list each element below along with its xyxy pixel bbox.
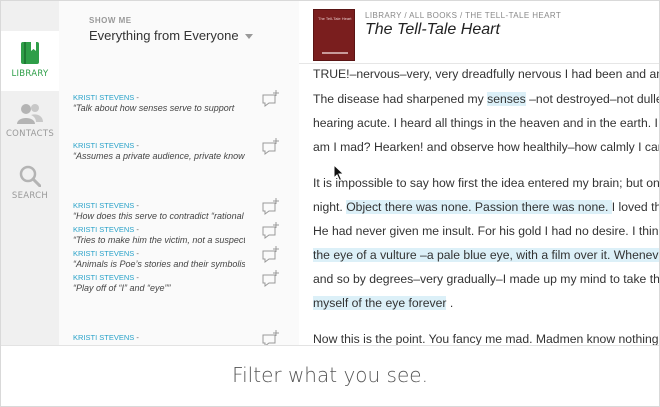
text-line: night. Object there was none. Passion th…	[313, 200, 659, 214]
mouse-cursor-icon	[333, 164, 345, 182]
annotation-author[interactable]: KRISTI STEVENS	[73, 141, 134, 150]
book-title: The Tell-Tale Heart	[365, 21, 500, 38]
annotation-item[interactable]: KRISTI STEVENS - “Assumes a private audi…	[73, 138, 299, 163]
text-segment: hearing acute. I heard all things in the…	[313, 116, 659, 130]
highlighted-passage[interactable]: myself of the eye forever	[313, 296, 447, 310]
comment-icon[interactable]	[261, 89, 281, 107]
text-line: hearing acute. I heard all things in the…	[313, 116, 659, 130]
annotation-item[interactable]: KRISTI STEVENS - “How does this serve to…	[73, 198, 299, 223]
highlighted-passage[interactable]: senses	[487, 92, 526, 106]
annotation-item[interactable]: KRISTI STEVENS - “Animals is Poe’s stori…	[73, 246, 299, 271]
text-line: the eye of a vulture –a pale blue eye, w…	[313, 248, 659, 262]
search-icon	[19, 165, 41, 187]
text-line: He had never given me insult. For his go…	[313, 224, 659, 238]
text-segment: Now this is the point. You fancy me mad.…	[313, 332, 659, 345]
annotations-panel: SHOW ME Everything from Everyone KRISTI …	[59, 1, 299, 345]
cover-ornament	[322, 52, 348, 54]
annotation-item[interactable]: KRISTI STEVENS - “Talk about how senses …	[73, 90, 299, 115]
chevron-down-icon	[244, 34, 253, 40]
text-segment: The disease had sharpened my	[313, 92, 488, 106]
text-line: am I mad? Hearken! and observe how healt…	[313, 140, 659, 154]
text-line: TRUE!–nervous–very, very dreadfully nerv…	[313, 67, 659, 81]
nav-label-search: SEARCH	[11, 191, 49, 201]
text-line: Now this is the point. You fancy me mad.…	[313, 332, 659, 345]
text-line: myself of the eye forever .	[313, 296, 453, 310]
annotation-author[interactable]: KRISTI STEVENS	[73, 225, 134, 234]
book-icon	[21, 42, 39, 64]
nav-item-library[interactable]: LIBRARY	[1, 31, 59, 91]
annotation-item[interactable]: KRISTI STEVENS - “Tries to make him the …	[73, 222, 299, 247]
text-segment: night.	[313, 200, 347, 214]
annotation-quote: “Play off of “I” and “eye””	[73, 283, 171, 293]
nav-label-library: LIBRARY	[11, 69, 49, 79]
highlighted-passage[interactable]: the eye of a vulture –a pale blue eye, w…	[313, 248, 659, 262]
annotation-quote: “Tries to make him the victim, not a sus…	[73, 235, 245, 245]
annotation-author[interactable]: KRISTI STEVENS	[73, 93, 134, 102]
annotation-quote: “Animals is Poe’s stories and their symb…	[73, 259, 245, 269]
reader-pane: The Tell-Tale Heart LIBRARY / ALL BOOKS …	[299, 1, 659, 345]
annotation-author[interactable]: KRISTI STEVENS	[73, 201, 134, 210]
text-segment: I loved the old man. He had never wronge…	[611, 200, 659, 214]
annotation-quote: “Assumes a private audience, private kno…	[73, 151, 245, 161]
cover-title: The Tell-Tale Heart	[318, 16, 352, 21]
header-divider	[299, 63, 659, 64]
people-icon	[17, 104, 43, 124]
comment-icon[interactable]	[261, 197, 281, 215]
text-segment: –not destroyed–not dulled them. Above al…	[529, 92, 659, 106]
annotation-author[interactable]: KRISTI STEVENS	[73, 249, 134, 258]
nav-item-contacts[interactable]: CONTACTS	[1, 93, 59, 153]
text-line: It is impossible to say how first the id…	[313, 176, 659, 190]
comment-icon[interactable]	[261, 269, 281, 287]
annotation-quote: “How does this serve to contradict “rati…	[73, 211, 244, 221]
text-line: The disease had sharpened my senses –not…	[313, 92, 659, 106]
comment-icon[interactable]	[261, 221, 281, 239]
text-segment: It is impossible to say how first the id…	[313, 176, 659, 190]
annotation-author[interactable]: KRISTI STEVENS	[73, 273, 134, 282]
nav-item-search[interactable]: SEARCH	[1, 155, 59, 215]
breadcrumb[interactable]: LIBRARY / ALL BOOKS / THE TELL-TALE HEAR…	[365, 11, 561, 20]
comment-icon[interactable]	[261, 245, 281, 263]
text-segment: He had never given me insult. For his go…	[313, 224, 659, 238]
text-segment: and so by degrees–very gradually–I made …	[313, 272, 659, 286]
nav-rail: LIBRARY CONTACTS SEARCH	[1, 1, 59, 345]
annotation-item[interactable]: KRISTI STEVENS -	[73, 330, 299, 345]
annotation-author[interactable]: KRISTI STEVENS	[73, 333, 134, 342]
text-segment: .	[446, 296, 454, 310]
comment-icon[interactable]	[261, 137, 281, 155]
comment-icon[interactable]	[261, 329, 281, 345]
filter-caption: SHOW ME	[89, 16, 132, 25]
highlighted-passage[interactable]: Object there was none. Passion there was…	[346, 200, 612, 214]
caption-text: Filter what you see.	[232, 363, 428, 387]
annotation-item[interactable]: KRISTI STEVENS - “Play off of “I” and “e…	[73, 270, 299, 295]
annotation-quote: “Talk about how senses serve to support	[73, 103, 235, 113]
nav-label-contacts: CONTACTS	[5, 129, 55, 139]
filter-dropdown[interactable]: Everything from Everyone	[89, 28, 253, 43]
caption-bar: Filter what you see.	[1, 345, 659, 406]
filter-value: Everything from Everyone	[89, 28, 239, 43]
text-segment: TRUE!–nervous–very, very dreadfully nerv…	[313, 67, 659, 81]
text-line: and so by degrees–very gradually–I made …	[313, 272, 659, 286]
text-segment: am I mad? Hearken! and observe how healt…	[313, 140, 659, 154]
book-cover[interactable]: The Tell-Tale Heart	[313, 9, 355, 61]
